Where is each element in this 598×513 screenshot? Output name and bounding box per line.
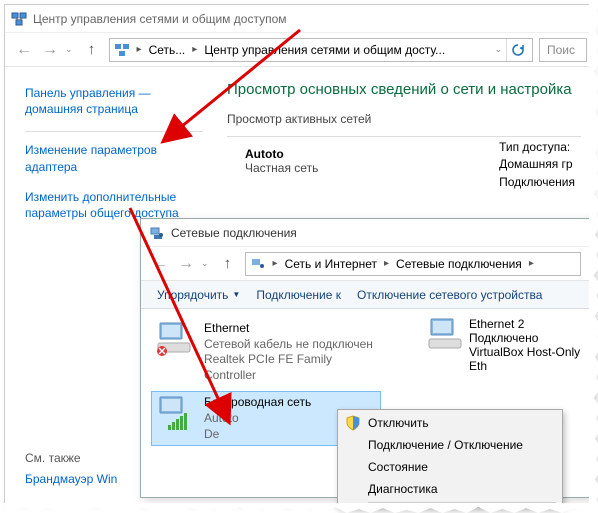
history-dropdown[interactable]: ⌄ [63,44,75,55]
titlebar: Центр управления сетями и общим доступом [5,5,593,33]
adapter-name: Беспроводная сеть [204,395,311,411]
breadcrumb-connections[interactable]: Сетевые подключения [392,253,526,275]
search-input[interactable]: Поис [539,38,587,62]
adapter-device: De [204,427,311,443]
menu-separator [368,502,556,503]
adapter-status: Сетевой кабель не подключен [204,337,376,353]
ethernet-adapter-icon [427,317,469,373]
forward-button[interactable]: → [37,37,63,63]
sub-titlebar: Сетевые подключения [141,219,593,247]
back-button[interactable]: ← [147,251,173,277]
sub-toolbar: Упорядочить▼ Подключение к Отключение се… [141,281,593,309]
access-type-label: Тип доступа: [499,139,575,156]
back-button[interactable]: ← [11,37,37,63]
network-connections-icon [250,256,266,272]
menu-item-diagnostics[interactable]: Диагностика [340,478,560,500]
active-networks-label: Просмотр активных сетей [227,112,581,126]
adapter-name: Ethernet 2 [469,317,597,331]
sharing-settings-link[interactable]: Изменить дополнительные параметры общего… [25,189,203,221]
breadcrumb-center[interactable]: Центр управления сетями и общим досту... [200,39,449,61]
breadcrumb-network[interactable]: Сеть... [145,39,190,61]
network-details: Тип доступа: Домашняя гр Подключения [499,139,575,191]
up-button[interactable]: ↑ [215,251,241,277]
page-heading: Просмотр основных сведений о сети и наст… [227,81,581,98]
network-connections-window: Сетевые подключения ← → ⌄ ↑ ▸ Сеть и Инт… [140,218,594,498]
network-connections-icon [149,225,165,241]
forward-button[interactable]: → [173,251,199,277]
network-center-icon [114,42,130,58]
address-bar[interactable]: ▸ Сеть... ▸ Центр управления сетями и об… [109,38,533,62]
menu-item-toggle[interactable]: Подключение / Отключение [340,434,560,456]
window-title: Центр управления сетями и общим доступом [33,12,287,26]
search-placeholder: Поис [547,43,575,57]
menu-item-disable[interactable]: Отключить [340,412,560,434]
torn-edge-right [589,0,598,510]
adapter-status: Autoto [204,411,311,427]
sub-navbar: ← → ⌄ ↑ ▸ Сеть и Интернет ▸ Сетевые подк… [141,247,593,281]
adapter-device: VirtualBox Host-Only Eth [469,345,597,373]
adapter-device: Realtek PCIe FE Family Controller [204,352,376,383]
connect-to-button[interactable]: Подключение к [248,286,349,304]
chevron-icon: ▸ [270,258,281,269]
adapter-name: Ethernet [204,321,376,337]
wireless-adapter-icon [156,395,198,433]
breadcrumb-net-internet[interactable]: Сеть и Интернет [281,253,381,275]
chevron-icon: ▸ [189,44,200,55]
sub-address-bar[interactable]: ▸ Сеть и Интернет ▸ Сетевые подключения … [245,252,581,276]
addr-dropdown[interactable]: ⌄ [490,44,506,55]
menu-label: Отключить [368,416,429,430]
up-button[interactable]: ↑ [79,37,105,63]
adapter-list: Ethernet Сетевой кабель не подключен Rea… [141,309,593,458]
menu-item-status[interactable]: Состояние [340,456,560,478]
adapter-status: Подключено [469,331,597,345]
homegroup-label: Домашняя гр [499,156,575,173]
shield-icon [344,414,362,432]
adapter-item-ethernet2[interactable]: Ethernet 2 Подключено VirtualBox Host-On… [427,317,597,373]
torn-edge-bottom [0,503,598,513]
navbar: ← → ⌄ ↑ ▸ Сеть... ▸ Центр управления сет… [5,33,593,67]
adapter-context-menu: Отключить Подключение / Отключение Состо… [337,409,563,508]
network-center-icon [11,11,27,27]
adapter-settings-link[interactable]: Изменение параметров адаптера [25,142,203,174]
ethernet-adapter-icon [156,321,198,359]
sub-window-title: Сетевые подключения [171,226,297,240]
organize-button[interactable]: Упорядочить▼ [149,286,248,304]
chevron-icon: ▸ [134,44,145,55]
chevron-icon: ▸ [526,258,537,269]
disable-device-button[interactable]: Отключение сетевого устройства [349,286,550,304]
refresh-button[interactable] [506,39,528,61]
connections-label: Подключения [499,174,575,191]
adapter-item-ethernet[interactable]: Ethernet Сетевой кабель не подключен Rea… [151,317,381,387]
chevron-icon: ▸ [381,258,392,269]
control-panel-home-link[interactable]: Панель управления — домашняя страница [25,85,203,117]
chevron-down-icon: ▼ [232,290,240,299]
history-dropdown[interactable]: ⌄ [199,258,211,269]
